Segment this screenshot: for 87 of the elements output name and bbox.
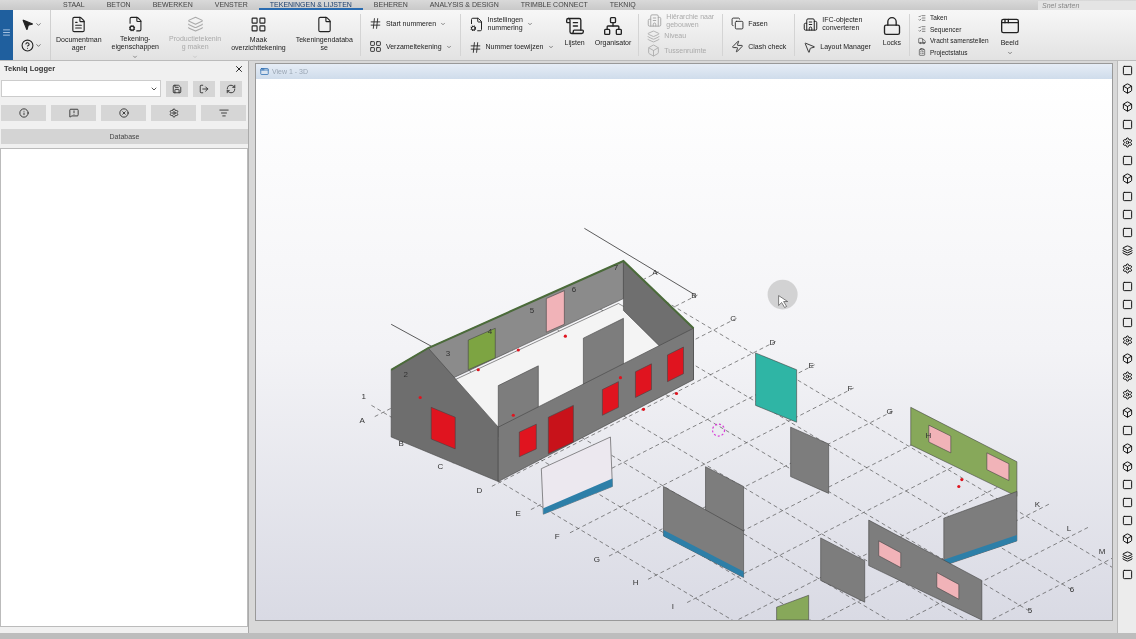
settings-icon — [168, 108, 179, 118]
error-icon — [118, 108, 129, 118]
stacked-pages-icon — [186, 16, 204, 33]
toolbar-icon[interactable] — [1121, 389, 1133, 400]
select-tool-button[interactable] — [21, 18, 42, 31]
toolbar-icon[interactable] — [1121, 533, 1133, 544]
toolbar-icon[interactable] — [1121, 569, 1133, 580]
toolbar-icon[interactable] — [1121, 227, 1133, 238]
message-warning-button[interactable] — [51, 105, 96, 121]
copy-icon — [731, 17, 745, 30]
caret-icon — [1006, 50, 1013, 56]
help-tool-button[interactable] — [21, 39, 42, 52]
help-icon — [21, 39, 34, 52]
dropdown-field[interactable] — [1, 80, 161, 97]
toolbar-icon[interactable] — [1121, 155, 1133, 166]
toolbar-icon[interactable] — [1121, 317, 1133, 328]
toolbar-icon[interactable] — [1121, 515, 1133, 526]
info-button[interactable] — [1, 105, 46, 121]
refresh-button[interactable] — [220, 80, 242, 97]
numbering-icon — [368, 17, 382, 30]
pivot-marker-icon — [711, 423, 726, 437]
toolbar-icon[interactable] — [1121, 353, 1133, 364]
toolbar-icon[interactable] — [1121, 281, 1133, 292]
save-button[interactable] — [166, 80, 188, 97]
caret-icon — [526, 21, 533, 28]
export-button[interactable] — [193, 80, 215, 97]
toolbar-icon[interactable] — [1121, 461, 1133, 472]
toolbar-icon[interactable] — [1121, 173, 1133, 184]
box-icon — [647, 44, 661, 58]
toolbar-icon[interactable] — [1121, 443, 1133, 454]
toolbar-icon[interactable] — [1121, 191, 1133, 202]
truck-icon — [917, 36, 926, 45]
cursor-highlight-icon — [767, 279, 798, 310]
layers-icon — [647, 30, 661, 43]
toolbar-icon[interactable] — [1121, 101, 1133, 112]
caret-icon — [35, 42, 42, 49]
close-icon[interactable] — [234, 63, 244, 74]
hierarchy-icon — [603, 16, 624, 36]
page-icon — [315, 16, 333, 33]
settings-button[interactable] — [151, 105, 196, 121]
toolbar-icon[interactable] — [1121, 119, 1133, 130]
toolbar-icon[interactable] — [1121, 335, 1133, 346]
scroll-icon — [564, 16, 585, 36]
toolbar-icon[interactable] — [1121, 65, 1133, 76]
toolbar-icon[interactable] — [1121, 479, 1133, 490]
document-icon — [70, 16, 88, 33]
document-gear-icon — [468, 16, 484, 32]
caret-icon — [132, 54, 139, 60]
menu-icon[interactable] — [2, 28, 11, 37]
toolbar-icon[interactable] — [1121, 137, 1133, 148]
numbering-icon — [468, 40, 482, 54]
toolbar-icon[interactable] — [1121, 497, 1133, 508]
toolbar-icon[interactable] — [1121, 245, 1133, 256]
toolbar-icon[interactable] — [1121, 551, 1133, 562]
checklist-icon — [917, 13, 926, 22]
pointer-icon — [21, 18, 34, 31]
building-icon — [647, 13, 663, 29]
toolbar-icon[interactable] — [1121, 407, 1133, 418]
refresh-icon — [226, 83, 236, 94]
list-filter-icon — [218, 108, 229, 118]
lightning-icon — [731, 40, 745, 53]
caret-icon — [547, 44, 554, 51]
caret-icon — [440, 20, 447, 27]
caret-icon — [192, 54, 199, 60]
caret-icon — [35, 21, 42, 28]
toolbar-icon[interactable] — [1121, 299, 1133, 310]
lock-icon — [881, 16, 902, 36]
window-icon — [999, 16, 1020, 36]
error-button[interactable] — [101, 105, 146, 121]
grid-sheet-icon — [368, 40, 382, 53]
message-warning-icon — [68, 108, 79, 118]
document-gear-icon — [126, 16, 144, 33]
building-icon — [803, 16, 819, 32]
toolbar-icon[interactable] — [1121, 209, 1133, 220]
view-icon — [260, 67, 269, 76]
toolbar-icon[interactable] — [1121, 371, 1133, 382]
clipboard-icon — [917, 48, 926, 57]
checklist-icon — [917, 25, 926, 34]
grid-sheet-icon — [249, 16, 267, 33]
toolbar-icon[interactable] — [1121, 425, 1133, 436]
info-icon — [18, 108, 29, 118]
caret-icon — [445, 43, 452, 50]
pointer-icon — [803, 40, 817, 54]
toolbar-icon[interactable] — [1121, 263, 1133, 274]
toolbar-icon[interactable] — [1121, 83, 1133, 94]
save-icon — [172, 83, 182, 94]
export-icon — [199, 83, 209, 94]
